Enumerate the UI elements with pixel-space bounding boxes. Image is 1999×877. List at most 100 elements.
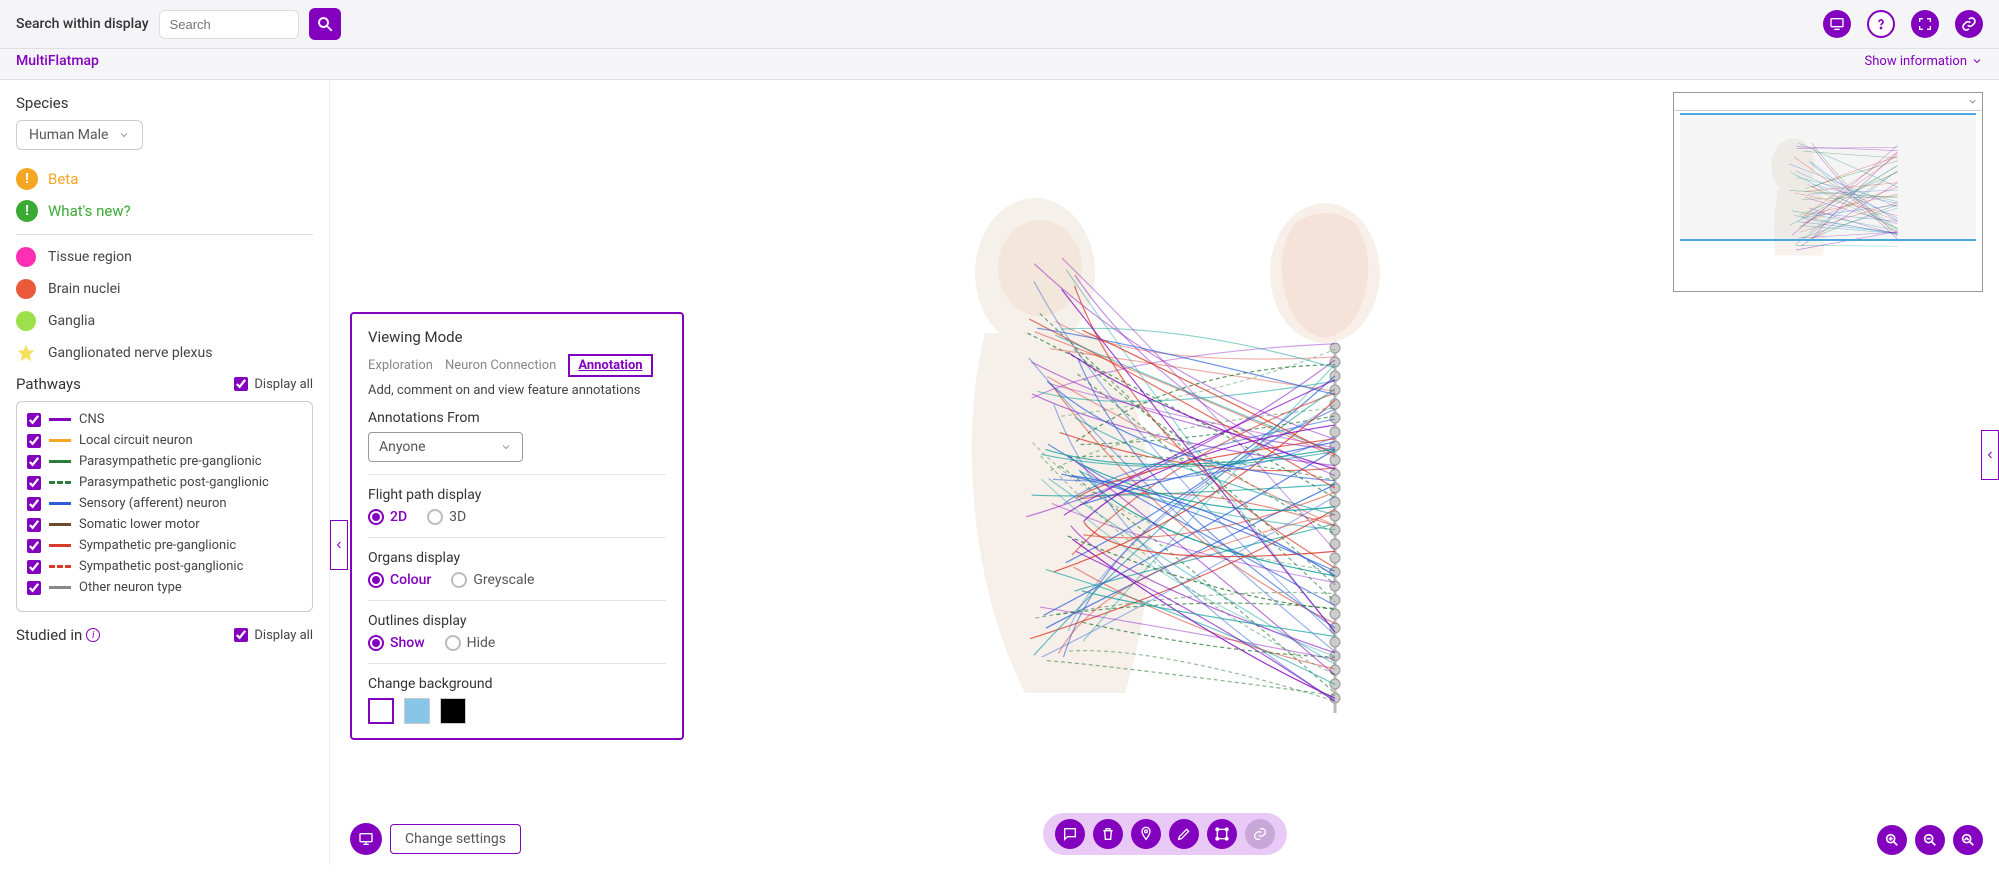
collapse-sidebar-handle[interactable] bbox=[330, 520, 348, 570]
tab-exploration[interactable]: Exploration bbox=[368, 356, 433, 375]
pathway-row[interactable]: Parasympathetic post-ganglionic bbox=[27, 475, 302, 490]
pathway-row[interactable]: CNS bbox=[27, 412, 302, 427]
pathways-label: Pathways bbox=[16, 375, 81, 393]
whats-new-link[interactable]: ! What's new? bbox=[16, 200, 313, 222]
help-button[interactable] bbox=[1867, 10, 1895, 38]
pathway-checkbox[interactable] bbox=[27, 560, 41, 574]
annotation-toolbar bbox=[1043, 813, 1287, 855]
fullscreen-button[interactable] bbox=[1911, 10, 1939, 38]
beta-status[interactable]: ! Beta bbox=[16, 168, 313, 190]
minimap-body[interactable] bbox=[1674, 111, 1982, 293]
chevron-down-icon bbox=[1971, 55, 1983, 67]
pin-tool[interactable] bbox=[1131, 819, 1161, 849]
pathway-checkbox[interactable] bbox=[27, 518, 41, 532]
tab-annotation[interactable]: Annotation bbox=[568, 354, 652, 377]
ganglia-dot-icon bbox=[16, 311, 36, 331]
display-all-studied[interactable]: Display all bbox=[234, 628, 313, 643]
bg-blue-swatch[interactable] bbox=[404, 698, 430, 724]
flight-path-options: 2D 3D bbox=[368, 509, 666, 525]
pathway-swatch-icon bbox=[49, 460, 71, 463]
pathway-row[interactable]: Sympathetic post-ganglionic bbox=[27, 559, 302, 574]
settings-panel: Viewing Mode Exploration Neuron Connecti… bbox=[350, 312, 684, 740]
share-link-button[interactable] bbox=[1955, 10, 1983, 38]
comment-tool[interactable] bbox=[1055, 819, 1085, 849]
pathway-label: Sympathetic post-ganglionic bbox=[79, 559, 243, 574]
legend-nuclei: Brain nuclei bbox=[16, 279, 313, 299]
zoom-in-icon bbox=[1884, 832, 1900, 848]
change-settings-label[interactable]: Change settings bbox=[390, 824, 521, 854]
link-tool[interactable] bbox=[1245, 819, 1275, 849]
bg-black-swatch[interactable] bbox=[440, 698, 466, 724]
search-button[interactable] bbox=[309, 8, 341, 40]
pathway-checkbox[interactable] bbox=[27, 413, 41, 427]
display-all-checkbox[interactable] bbox=[234, 377, 248, 391]
pathway-checkbox[interactable] bbox=[27, 497, 41, 511]
bounding-box-tool[interactable] bbox=[1207, 819, 1237, 849]
display-all-checkbox[interactable] bbox=[234, 628, 248, 642]
anatomy-diagram bbox=[865, 193, 1465, 753]
settings-button[interactable] bbox=[350, 823, 382, 855]
tab-neuron-connection[interactable]: Neuron Connection bbox=[445, 356, 556, 375]
outlines-show-option[interactable]: Show bbox=[368, 635, 425, 651]
sub-bar: MultiFlatmap Show information bbox=[0, 49, 1999, 80]
search-input[interactable] bbox=[159, 10, 299, 39]
chevron-down-icon bbox=[500, 441, 512, 453]
pathway-checkbox[interactable] bbox=[27, 455, 41, 469]
organs-colour-option[interactable]: Colour bbox=[368, 572, 431, 588]
zoom-out-button[interactable] bbox=[1915, 825, 1945, 855]
pathway-row[interactable]: Sensory (afferent) neuron bbox=[27, 496, 302, 511]
pathway-swatch-icon bbox=[49, 565, 71, 568]
flight-3d-option[interactable]: 3D bbox=[427, 509, 466, 525]
info-icon[interactable]: i bbox=[86, 628, 100, 642]
species-label: Species bbox=[16, 94, 313, 112]
pathway-row[interactable]: Somatic lower motor bbox=[27, 517, 302, 532]
pathway-row[interactable]: Parasympathetic pre-ganglionic bbox=[27, 454, 302, 469]
bg-white-swatch[interactable] bbox=[368, 698, 394, 724]
pathway-row[interactable]: Sympathetic pre-ganglionic bbox=[27, 538, 302, 553]
minimap[interactable] bbox=[1673, 92, 1983, 292]
expand-right-panel-handle[interactable] bbox=[1981, 430, 1999, 480]
pathway-label: Parasympathetic post-ganglionic bbox=[79, 475, 269, 490]
pathway-swatch-icon bbox=[49, 481, 71, 484]
pathway-checkbox[interactable] bbox=[27, 539, 41, 553]
annotations-from-select[interactable]: Anyone bbox=[368, 432, 523, 462]
chevron-down-icon bbox=[1967, 96, 1978, 107]
pathway-checkbox[interactable] bbox=[27, 581, 41, 595]
flight-2d-option[interactable]: 2D bbox=[368, 509, 407, 525]
pathway-row[interactable]: Local circuit neuron bbox=[27, 433, 302, 448]
zoom-controls bbox=[1877, 825, 1983, 855]
pathway-swatch-icon bbox=[49, 586, 71, 589]
sidebar: Species Human Male ! Beta ! What's new? … bbox=[0, 80, 330, 865]
chevron-left-icon bbox=[1984, 445, 1996, 465]
bounding-box-icon bbox=[1214, 826, 1230, 842]
fullscreen-icon bbox=[1917, 16, 1933, 32]
pin-icon bbox=[1138, 826, 1154, 842]
plexus-star-icon bbox=[16, 343, 36, 363]
pathway-swatch-icon bbox=[49, 439, 71, 442]
outlines-display-label: Outlines display bbox=[368, 613, 666, 629]
nuclei-dot-icon bbox=[16, 279, 36, 299]
pathway-label: CNS bbox=[79, 412, 104, 427]
pathway-checkbox[interactable] bbox=[27, 476, 41, 490]
show-information-toggle[interactable]: Show information bbox=[1865, 54, 1983, 69]
change-settings-group: Change settings bbox=[350, 823, 521, 855]
minimap-viewport[interactable] bbox=[1680, 113, 1976, 241]
pathway-checkbox[interactable] bbox=[27, 434, 41, 448]
outlines-hide-option[interactable]: Hide bbox=[445, 635, 496, 651]
view-mode-button[interactable] bbox=[1823, 10, 1851, 38]
viewing-mode-tabs: Exploration Neuron Connection Annotation bbox=[368, 354, 666, 377]
pathway-row[interactable]: Other neuron type bbox=[27, 580, 302, 595]
viewing-mode-title: Viewing Mode bbox=[368, 328, 666, 346]
display-all-pathways[interactable]: Display all bbox=[234, 377, 313, 392]
organs-greyscale-option[interactable]: Greyscale bbox=[451, 572, 534, 588]
minimap-collapse[interactable] bbox=[1674, 93, 1982, 111]
studied-in-label: Studied in i bbox=[16, 626, 100, 644]
delete-tool[interactable] bbox=[1093, 819, 1123, 849]
draw-tool[interactable] bbox=[1169, 819, 1199, 849]
exclamation-icon: ! bbox=[16, 168, 38, 190]
zoom-reset-button[interactable] bbox=[1953, 825, 1983, 855]
monitor-icon bbox=[358, 831, 374, 847]
zoom-in-button[interactable] bbox=[1877, 825, 1907, 855]
pathway-label: Somatic lower motor bbox=[79, 517, 200, 532]
species-select[interactable]: Human Male bbox=[16, 120, 143, 150]
